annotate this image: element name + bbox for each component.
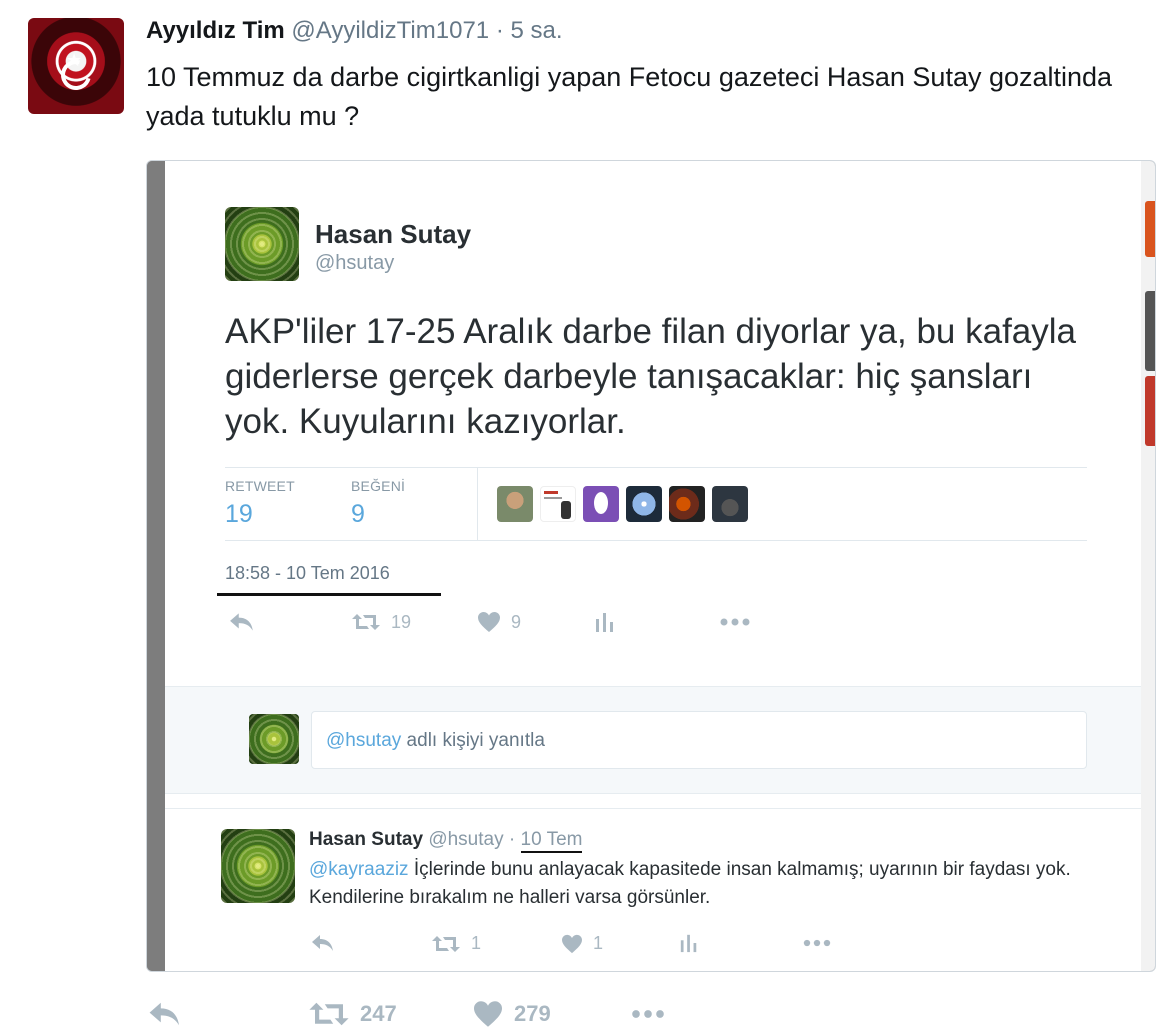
liker-avatar[interactable]: [626, 486, 662, 522]
reply-more-button[interactable]: [801, 933, 833, 953]
reply-analytics-button[interactable]: [679, 933, 699, 953]
embedded-tweet-panel: Hasan Sutay @hsutay AKP'liler 17-25 Aral…: [165, 161, 1141, 971]
more-icon: [720, 618, 750, 626]
author-handle[interactable]: @AyyildizTim1071: [291, 17, 489, 44]
heart-icon: [478, 612, 500, 632]
retweet-icon: [309, 1002, 349, 1026]
tweet-header: Ayyıldız Tim @AyyildizTim1071 · 5 sa.: [146, 17, 563, 45]
reply-author-avatar[interactable]: [221, 829, 295, 903]
reply-mention: @hsutay: [326, 730, 402, 751]
analytics-icon: [680, 934, 697, 953]
liker-avatar[interactable]: [712, 486, 748, 522]
embedded-author-name[interactable]: Hasan Sutay: [315, 219, 471, 250]
reply-retweet-button[interactable]: 1: [431, 933, 481, 954]
analytics-icon: [596, 613, 613, 632]
liker-avatars: [497, 486, 748, 522]
tweet-retweet-count: 247: [360, 1001, 397, 1026]
stats-divider: [477, 468, 478, 540]
tweet-retweet-button[interactable]: 247: [308, 1000, 397, 1028]
reply-header: Hasan Sutay @hsutay · 10 Tem: [309, 829, 583, 853]
tweet-like-button[interactable]: 279: [472, 1000, 551, 1028]
reply-compose-area: @hsutay adlı kişiyi yanıtla: [165, 686, 1141, 794]
like-stat[interactable]: BEĞENİ 9: [351, 478, 405, 529]
tweet-date[interactable]: 18:58 - 10 Tem 2016: [225, 563, 390, 584]
embedded-tweet-text: AKP'liler 17-25 Aralık darbe filan diyor…: [225, 312, 1077, 441]
retweet-stat[interactable]: RETWEET 19: [225, 478, 295, 529]
reply-input[interactable]: @hsutay adlı kişiyi yanıtla: [311, 711, 1087, 769]
author-name[interactable]: Ayyıldız Tim: [146, 17, 285, 44]
heart-icon: [474, 1001, 502, 1027]
more-button[interactable]: [719, 611, 751, 633]
retweet-stat-value: 19: [225, 500, 253, 528]
reply-icon: [312, 935, 333, 951]
heart-icon: [562, 934, 582, 953]
attached-screenshot[interactable]: Hasan Sutay @hsutay AKP'liler 17-25 Aral…: [146, 160, 1156, 972]
ayyildiz-avatar[interactable]: ★: [28, 18, 124, 114]
reply-text-body: İçlerinde bunu anlayacak kapasitede insa…: [309, 859, 1071, 908]
like-button[interactable]: 9: [477, 611, 521, 633]
tweet-time[interactable]: · 5 sa.: [496, 17, 563, 44]
reply-button[interactable]: [229, 611, 255, 633]
retweet-icon: [352, 614, 380, 630]
star-emblem: ★: [66, 50, 83, 70]
screenshot-edge-left: [147, 161, 165, 971]
liker-avatar[interactable]: [540, 486, 576, 522]
retweet-icon: [432, 935, 460, 952]
liker-avatar[interactable]: [583, 486, 619, 522]
tweet-text: 10 Temmuz da darbe cigirtkanligi yapan F…: [146, 62, 1113, 131]
reply-author-handle[interactable]: @hsutay: [428, 829, 503, 850]
reply-separator: ·: [503, 829, 521, 850]
tweet-like-count: 279: [514, 1001, 551, 1026]
reply-text-mention[interactable]: @kayraaziz: [309, 859, 409, 880]
liker-avatar[interactable]: [497, 486, 533, 522]
like-stat-value: 9: [351, 500, 365, 528]
like-count: 9: [511, 611, 522, 632]
reply-placeholder: adlı kişiyi yanıtla: [401, 730, 545, 751]
more-icon: [803, 939, 831, 947]
tweet-stats: RETWEET 19 BEĞENİ 9: [225, 467, 1087, 541]
analytics-button[interactable]: [595, 611, 615, 633]
reply-text: @kayraaziz İçlerinde bunu anlayacak kapa…: [309, 856, 1089, 912]
hsutay-avatar[interactable]: [225, 207, 299, 281]
reply-tweet: Hasan Sutay @hsutay · 10 Tem @kayraaziz …: [165, 808, 1141, 971]
retweet-button[interactable]: 19: [351, 611, 411, 633]
retweet-count: 19: [391, 611, 412, 632]
retweet-stat-label: RETWEET: [225, 478, 295, 494]
like-stat-label: BEĞENİ: [351, 478, 406, 494]
screenshot-edge-right: [1139, 161, 1155, 971]
reply-retweet-count: 1: [471, 933, 482, 953]
tweet-reply-button[interactable]: [148, 1000, 182, 1028]
embedded-author-handle[interactable]: @hsutay: [315, 252, 394, 275]
reply-like-button[interactable]: 1: [561, 933, 603, 954]
reply-reply-button[interactable]: [311, 933, 335, 953]
reply-avatar: [249, 714, 299, 764]
reply-icon: [230, 613, 253, 631]
more-icon: [632, 1010, 664, 1018]
liker-avatar[interactable]: [669, 486, 705, 522]
reply-author-name[interactable]: Hasan Sutay: [309, 829, 423, 850]
reply-time[interactable]: 10 Tem: [520, 829, 583, 853]
tweet-more-button[interactable]: [628, 1002, 668, 1026]
reply-icon: [149, 1002, 179, 1026]
date-underline: [217, 593, 441, 596]
reply-like-count: 1: [593, 933, 604, 953]
